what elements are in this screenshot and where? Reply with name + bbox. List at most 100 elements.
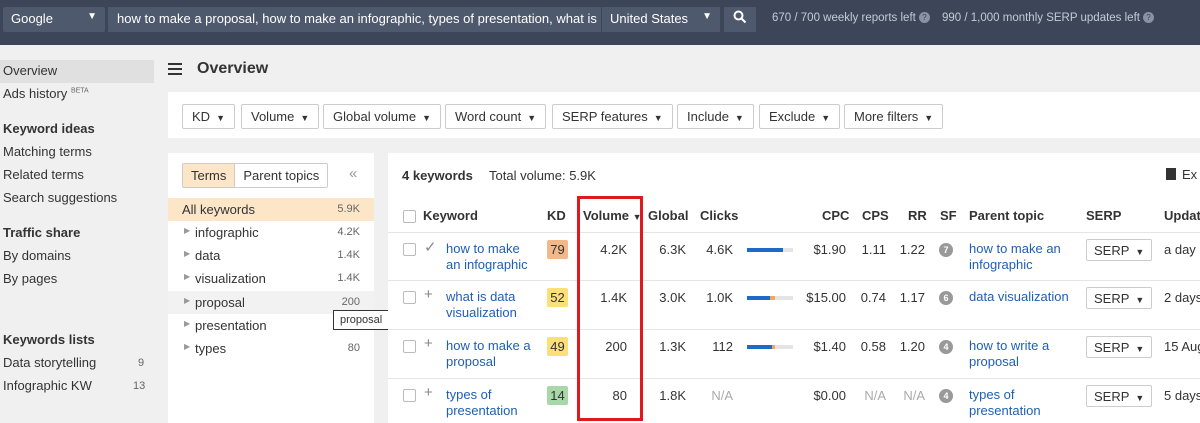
checkmark-icon[interactable]: ✓: [424, 238, 437, 256]
parent-topic-line: how to write a: [969, 338, 1050, 353]
keyword-link[interactable]: how to make an infographic: [446, 241, 546, 273]
sidebar-item-matching-terms[interactable]: Matching terms: [3, 144, 92, 159]
filter-word-count[interactable]: Word count ▼: [445, 104, 547, 129]
filter-global-volume[interactable]: Global volume ▼: [323, 104, 442, 129]
total-volume: Total volume: 5.9K: [489, 168, 596, 183]
cpc-value: $0.00: [813, 388, 846, 403]
caret-right-icon[interactable]: ▶: [184, 319, 190, 328]
filter-bar: KD ▼ Volume ▼ Global volume ▼ Word count ▼ S…: [168, 92, 1200, 138]
search-button[interactable]: [724, 7, 756, 32]
col-cpc[interactable]: CPC: [822, 208, 849, 223]
paid-clicks-fill: [772, 345, 775, 349]
row-checkbox[interactable]: [403, 340, 416, 353]
filter-serp-features[interactable]: SERP features ▼: [552, 104, 673, 129]
filter-more-filters[interactable]: More filters ▼: [844, 104, 944, 129]
keyword-link[interactable]: types of presentation: [446, 387, 546, 419]
serp-features-badge[interactable]: 4: [939, 340, 953, 354]
organic-clicks-fill: [747, 248, 783, 252]
filter-volume[interactable]: Volume ▼: [241, 104, 320, 129]
col-volume[interactable]: Volume ▼: [583, 208, 642, 223]
col-cps[interactable]: CPS: [862, 208, 889, 223]
collapse-panel-icon[interactable]: «: [349, 165, 357, 182]
caret-right-icon[interactable]: ▶: [184, 272, 190, 281]
country-select[interactable]: United States ▼: [601, 7, 720, 32]
export-button[interactable]: Ex: [1166, 167, 1197, 182]
term-row-all-keywords[interactable]: All keywords 5.9K: [168, 198, 374, 221]
menu-icon[interactable]: [168, 63, 182, 78]
row-checkbox[interactable]: [403, 291, 416, 304]
serp-button[interactable]: SERP ▼: [1086, 385, 1153, 407]
filter-kd[interactable]: KD ▼: [182, 104, 235, 129]
keywords-lists-heading: Keywords lists: [3, 332, 95, 347]
caret-right-icon[interactable]: ▶: [184, 249, 190, 258]
serp-features-badge[interactable]: 6: [939, 291, 953, 305]
term-label: visualization: [195, 271, 266, 286]
keywords-input[interactable]: how to make a proposal, how to make an i…: [108, 7, 601, 32]
serp-button[interactable]: SERP ▼: [1086, 287, 1153, 309]
col-kd[interactable]: KD: [547, 208, 566, 223]
col-keyword[interactable]: Keyword: [423, 208, 478, 223]
sidebar-item-overview[interactable]: Overview: [3, 63, 57, 78]
term-row[interactable]: ▶ data 1.4K: [168, 244, 374, 267]
row-checkbox[interactable]: [403, 389, 416, 402]
sidebar-list-data-storytelling[interactable]: Data storytelling: [3, 355, 96, 370]
term-count: 1.4K: [337, 272, 360, 284]
weekly-quota: 670 / 700 weekly reports left?: [772, 12, 930, 24]
tab-parent-topics[interactable]: Parent topics: [235, 164, 327, 187]
sidebar-item-ads-history[interactable]: Ads history BETA: [3, 86, 89, 101]
caret-right-icon[interactable]: ▶: [184, 296, 190, 305]
parent-topic-link[interactable]: how to make an infographic: [969, 241, 1079, 273]
term-row[interactable]: ▶ types 80: [168, 337, 374, 360]
col-global[interactable]: Global: [648, 208, 688, 223]
parent-topic-link[interactable]: data visualization: [969, 289, 1079, 305]
serp-button[interactable]: SERP ▼: [1086, 336, 1153, 358]
keyword-line: what is data: [446, 289, 516, 304]
sidebar-list-infographic-kw[interactable]: Infographic KW: [3, 378, 92, 393]
parent-topic-link[interactable]: how to write a proposal: [969, 338, 1079, 370]
col-clicks[interactable]: Clicks: [700, 208, 738, 223]
term-label: infographic: [195, 225, 259, 240]
serp-button[interactable]: SERP ▼: [1086, 239, 1153, 261]
chevron-down-icon: ▼: [1135, 295, 1145, 305]
filter-exclude[interactable]: Exclude ▼: [759, 104, 841, 129]
serp-features-badge[interactable]: 4: [939, 389, 953, 403]
caret-right-icon[interactable]: ▶: [184, 226, 190, 235]
keyword-link[interactable]: what is data visualization: [446, 289, 546, 321]
organic-clicks-fill: [747, 345, 773, 349]
search-engine-select[interactable]: Google ▼: [3, 7, 105, 32]
col-sf[interactable]: SF: [940, 208, 957, 223]
add-icon[interactable]: +: [424, 335, 433, 352]
sidebar-item-related-terms[interactable]: Related terms: [3, 167, 84, 182]
add-icon[interactable]: +: [424, 286, 433, 303]
filter-include[interactable]: Include ▼: [677, 104, 754, 129]
sidebar-item-by-pages[interactable]: By pages: [3, 271, 57, 286]
row-checkbox[interactable]: [403, 243, 416, 256]
parent-topic-link[interactable]: types of presentation: [969, 387, 1079, 419]
term-count: 5.9K: [337, 203, 360, 215]
sidebar-item-search-suggestions[interactable]: Search suggestions: [3, 190, 117, 205]
chevron-down-icon: ▼: [527, 113, 537, 123]
sidebar-item-by-domains[interactable]: By domains: [3, 248, 71, 263]
col-serp[interactable]: SERP: [1086, 208, 1121, 223]
serp-features-badge[interactable]: 7: [939, 243, 953, 257]
tab-terms[interactable]: Terms: [183, 164, 236, 187]
rr-value: 1.22: [899, 242, 925, 257]
chevron-down-icon: ▼: [734, 113, 744, 123]
term-row[interactable]: ▶ infographic 4.2K: [168, 221, 374, 244]
term-count: 80: [347, 342, 360, 354]
keyword-line: how to make: [446, 241, 520, 256]
keyword-link[interactable]: how to make a proposal: [446, 338, 546, 370]
help-icon[interactable]: ?: [1142, 12, 1154, 24]
term-row[interactable]: ▶ visualization 1.4K: [168, 267, 374, 290]
help-icon[interactable]: ?: [918, 12, 930, 24]
add-icon[interactable]: +: [424, 384, 433, 401]
divider: [388, 280, 1200, 281]
list-count: 9: [138, 357, 145, 369]
select-all-checkbox[interactable]: [403, 210, 416, 223]
col-parent-topic[interactable]: Parent topic: [969, 208, 1044, 223]
caret-right-icon[interactable]: ▶: [184, 342, 190, 351]
col-updated[interactable]: Update: [1164, 208, 1200, 223]
download-icon: [1166, 168, 1176, 180]
keyword-line: proposal: [446, 354, 496, 369]
col-rr[interactable]: RR: [908, 208, 927, 223]
